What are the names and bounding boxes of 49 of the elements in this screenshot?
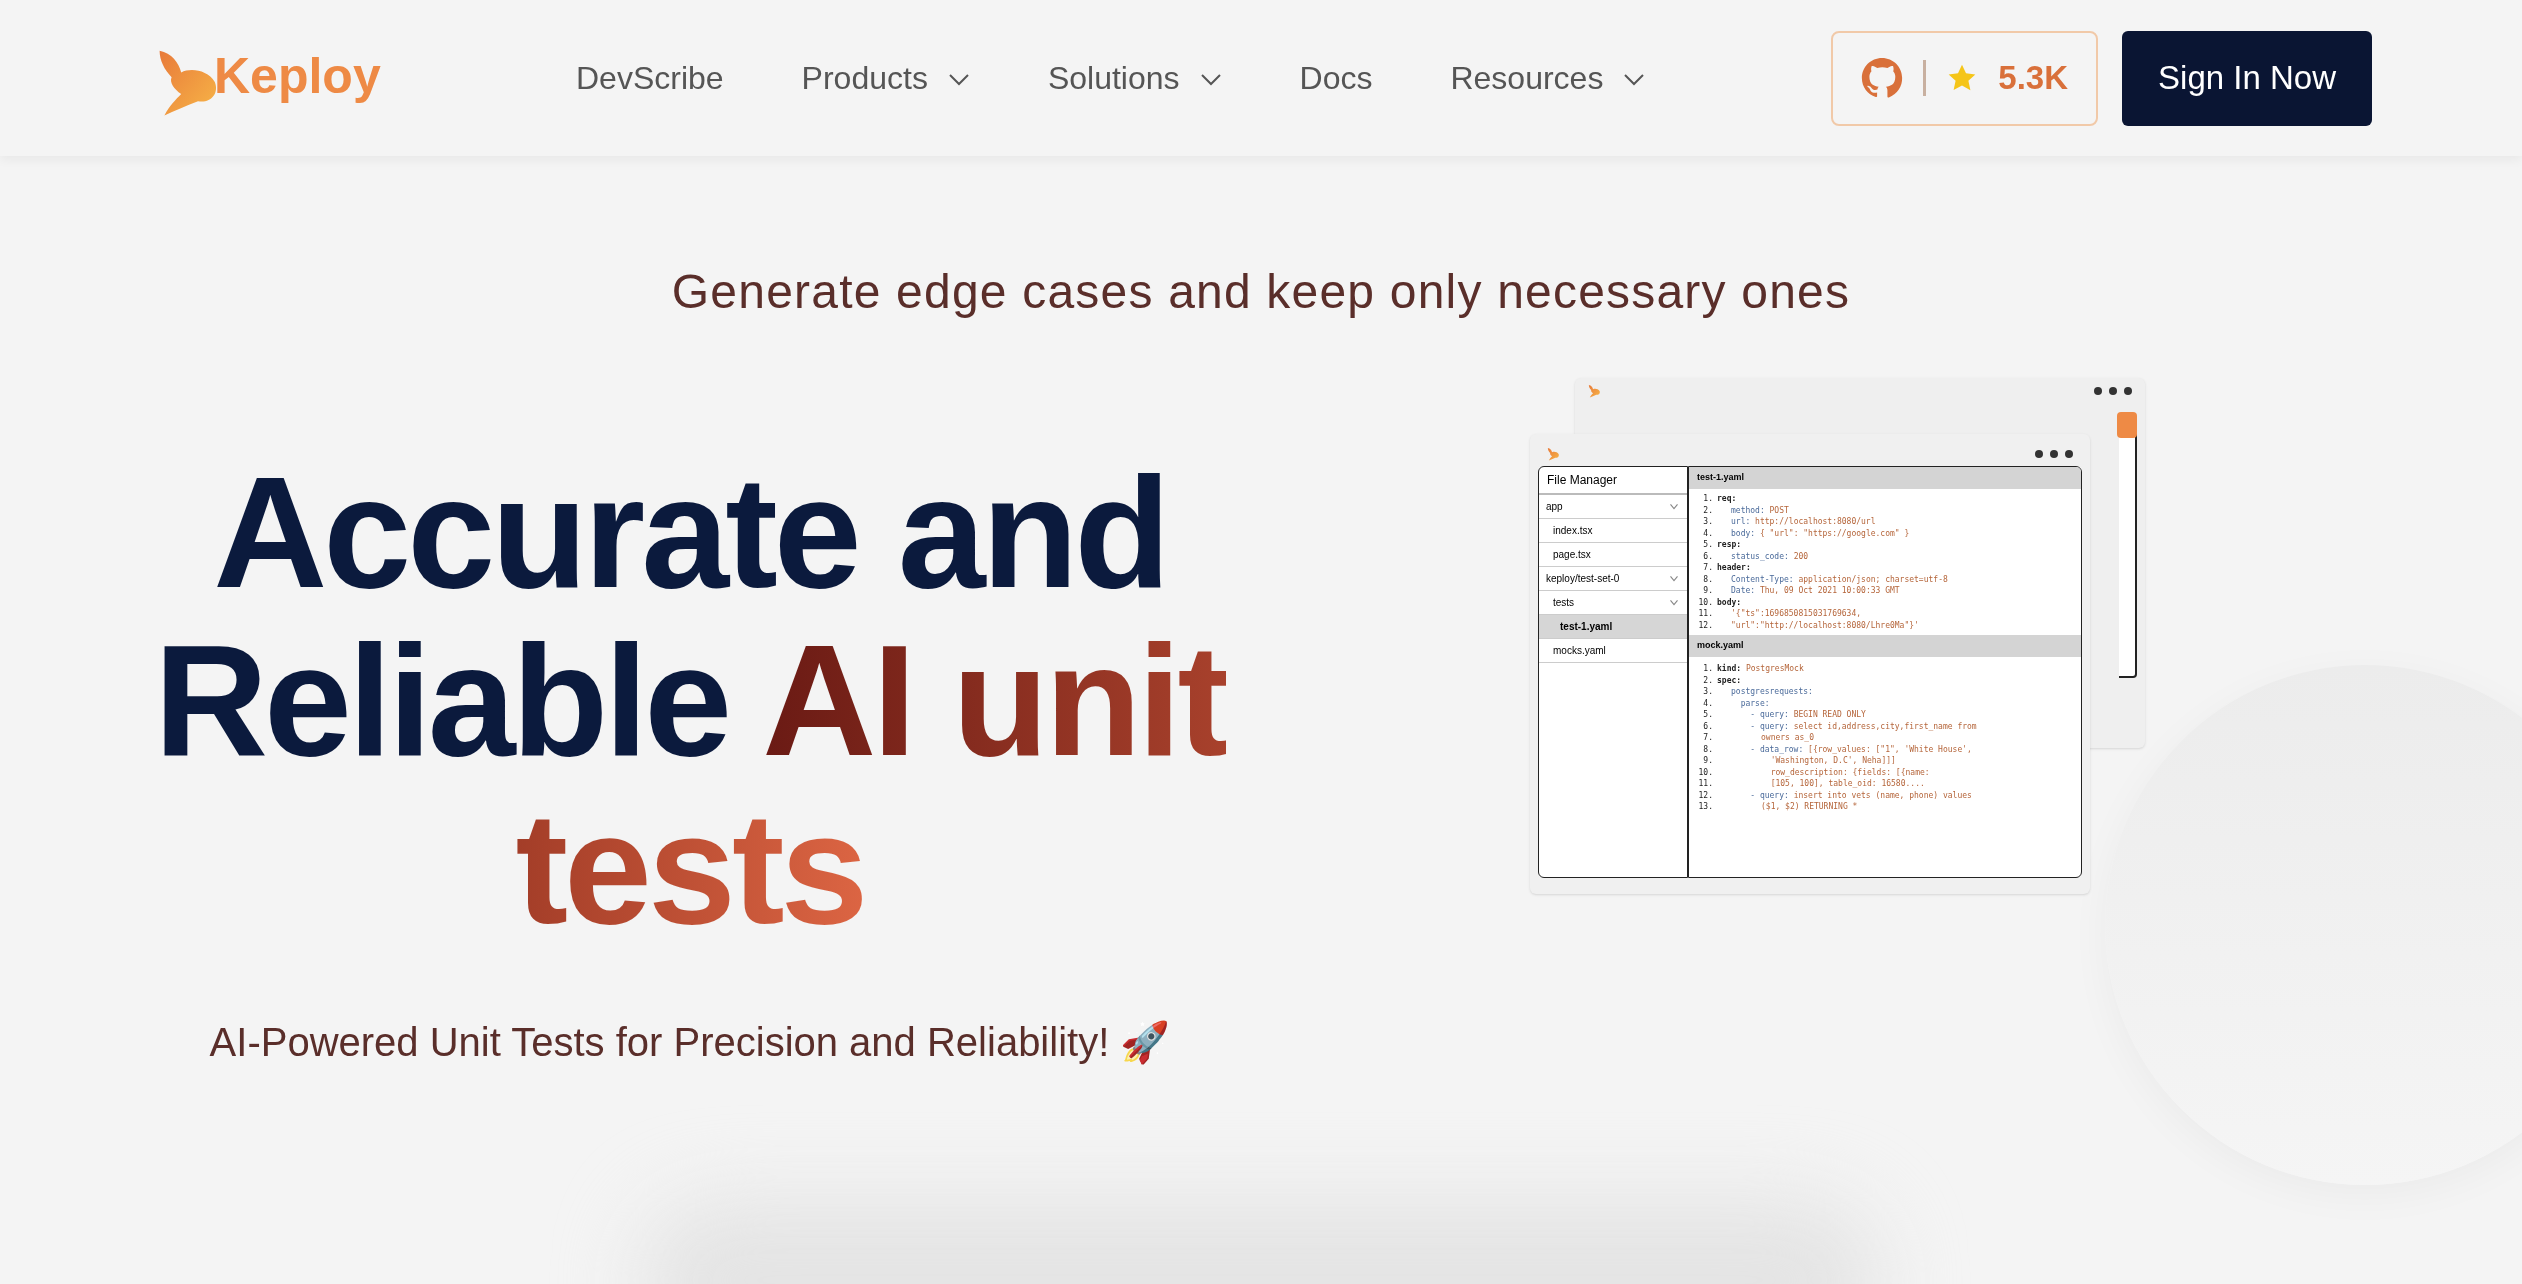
code-line: 11. '{"ts":1696850815031769634, — [1697, 608, 1863, 620]
code-line: 12. - query: insert into vets (name, phone) values — [1697, 789, 1973, 801]
nav-link[interactable]: Resources — [1450, 54, 1646, 102]
file-tree-item[interactable]: test-1.yaml — [1539, 615, 1687, 639]
code-line: 8. - data_row: [{row_values: ["1", 'White House', — [1702, 743, 1973, 755]
file-tab[interactable]: mock.yaml — [1689, 635, 2081, 657]
chevron-down-icon — [1199, 73, 1222, 87]
code-line: 13. ($1, $2) RETURNING * — [1697, 801, 1859, 813]
chevron-down-icon — [1669, 503, 1679, 510]
chevron-down-icon — [1623, 73, 1646, 87]
code-line: 8. Content-Type: application/json; charset=utf-8 — [1702, 573, 1949, 585]
window-dots-icon — [2093, 386, 2133, 396]
tagline: Generate edge cases and keep only necessary ones — [671, 264, 1851, 320]
nav-link[interactable]: Docs — [1299, 54, 1373, 102]
code-line: 4. parse: — [1702, 697, 1771, 709]
file-tab[interactable]: test-1.yaml — [1689, 467, 2081, 489]
code-line: 3. postgresrequests: — [1702, 686, 1814, 698]
code-line: 11. [105, 100], table_oid: 16580.... — [1697, 778, 1926, 790]
code-line: 10. body: — [1697, 596, 1743, 608]
code-line: 5. - query: BEGIN READ ONLY — [1702, 709, 1867, 721]
code-line: 10. row_description: {fields: [{name: — [1697, 766, 1931, 778]
chevron-down-icon — [947, 73, 970, 87]
chevron-down-icon — [1669, 599, 1679, 606]
code-line: 3. url: http://localhost:8080/url — [1702, 516, 1877, 528]
nav-link[interactable]: DevScribe — [576, 54, 724, 102]
code-line: 1. kind: PostgresMock — [1702, 663, 1805, 675]
rabbit-logo-icon — [1546, 447, 1560, 461]
code-line: 9. Date: Thu, 09 Oct 2021 10:00:33 GMT — [1702, 585, 1901, 597]
hero-subtitle: AI-Powered Unit Tests for Precision and Reliability! 🚀 — [209, 1019, 1171, 1067]
code-line: 7. header: — [1702, 562, 1752, 574]
window-dots-icon — [2034, 449, 2074, 459]
code-line: 1. req: — [1702, 493, 1738, 505]
code-line: 7. owners as_0 — [1702, 732, 1815, 744]
code-line: 4. body: { "url": "https://google.com" } — [1702, 527, 1911, 539]
rabbit-logo-icon — [1587, 384, 1601, 398]
star-count: 5.3K — [1998, 58, 2069, 99]
code-line: 5. resp: — [1702, 539, 1743, 551]
nav-link[interactable]: Solutions — [1047, 54, 1222, 102]
hero-heading: Accurate and Reliable AI unit tests — [153, 448, 1227, 952]
code-line: 2. spec: — [1702, 674, 1743, 686]
chevron-down-icon — [1669, 575, 1679, 582]
code-line: 6. - query: select id,address,city,first_name from — [1702, 720, 1978, 732]
code-line: 2. method: POST — [1702, 504, 1790, 516]
nav-link[interactable]: Products — [801, 54, 970, 102]
code-line: 12. "url":"http://localhost:8080/Lhre0Ma"}' — [1697, 619, 1920, 631]
sign-in-button[interactable]: Sign In Now — [2122, 30, 2372, 126]
github-icon — [1861, 57, 1904, 99]
code-line: 6. status_code: 200 — [1702, 550, 1810, 562]
code-line: 9. 'Washington, D.C', Neha]]] — [1702, 755, 1897, 767]
